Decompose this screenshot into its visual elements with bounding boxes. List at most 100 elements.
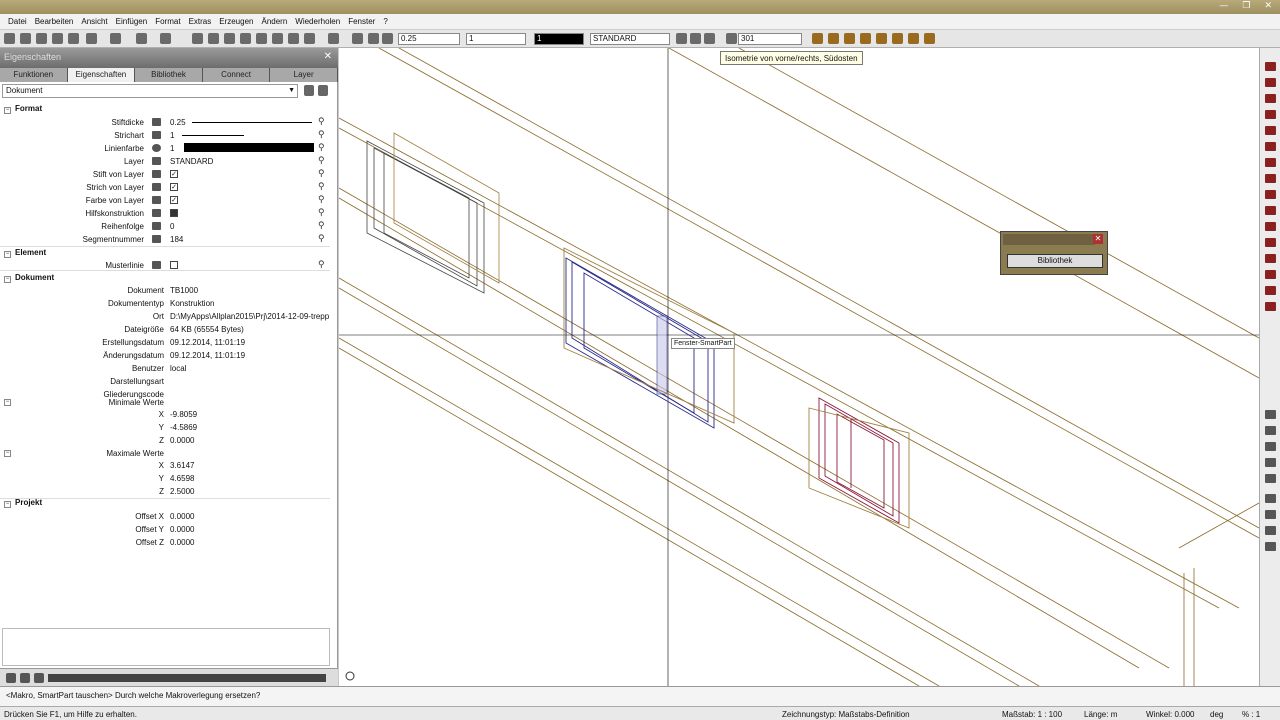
line-icon[interactable]: [368, 33, 379, 44]
line-color-select[interactable]: 1: [534, 33, 584, 45]
menu-bearbeiten[interactable]: Bearbeiten: [31, 17, 78, 26]
view-side-icon[interactable]: [892, 33, 903, 44]
tab-funktionen[interactable]: Funktionen: [0, 68, 68, 82]
export-icon[interactable]: [68, 33, 79, 44]
color-icon[interactable]: [382, 33, 393, 44]
edit-icon[interactable]: [6, 673, 16, 683]
panel-scrollbar[interactable]: [48, 674, 326, 682]
library-dialog-titlebar[interactable]: [1003, 234, 1095, 245]
tab-eigenschaften[interactable]: Eigenschaften: [67, 68, 136, 82]
menu-erzeugen[interactable]: Erzeugen: [215, 17, 257, 26]
eyedropper-icon[interactable]: ⚲: [318, 181, 325, 192]
eyedropper-icon[interactable]: ⚲: [318, 220, 325, 231]
drawing-viewport[interactable]: [339, 48, 1259, 686]
prop-value[interactable]: 1: [170, 144, 174, 153]
eyedropper-icon[interactable]: ⚲: [318, 116, 325, 127]
menu-wiederholen[interactable]: Wiederholen: [291, 17, 344, 26]
copy-icon[interactable]: [208, 33, 219, 44]
prop-value[interactable]: 0.0000: [170, 512, 194, 521]
eyedropper-icon[interactable]: ⚲: [318, 259, 325, 270]
status-einheit[interactable]: deg: [1210, 710, 1223, 719]
views-icon[interactable]: [726, 33, 737, 44]
section-element[interactable]: − Element: [4, 248, 46, 258]
pen-thickness-select[interactable]: 0.25: [398, 33, 460, 45]
tool-text-icon[interactable]: [1265, 158, 1276, 167]
view-top-icon[interactable]: [908, 33, 919, 44]
tool-pen-icon[interactable]: [1265, 410, 1276, 419]
prop-value[interactable]: 0.25: [170, 118, 186, 127]
restore-button[interactable]: ❐: [1242, 1, 1250, 11]
new-file-icon[interactable]: [4, 33, 15, 44]
grid-icon[interactable]: [240, 33, 251, 44]
checkbox-strich-von-layer[interactable]: ✓: [170, 183, 178, 191]
view-iso-4-icon[interactable]: [860, 33, 871, 44]
tool-line-icon[interactable]: [1265, 78, 1276, 87]
tool-rotate-icon[interactable]: [1265, 222, 1276, 231]
close-button[interactable]: ✕: [1264, 1, 1272, 11]
checkbox-stift-von-layer[interactable]: ✓: [170, 170, 178, 178]
prop-value[interactable]: 0: [170, 222, 174, 231]
status-zeichnungstyp[interactable]: Zeichnungstyp: Maßstabs-Definition: [782, 710, 910, 719]
menu-format[interactable]: Format: [151, 17, 184, 26]
tool-copy-icon[interactable]: [1265, 190, 1276, 199]
eyedropper-icon[interactable]: ⚲: [318, 168, 325, 179]
pick-icon[interactable]: [304, 85, 314, 96]
tab-connect[interactable]: Connect: [202, 68, 271, 82]
tool-sort-icon[interactable]: [1265, 526, 1276, 535]
tab-bibliothek[interactable]: Bibliothek: [135, 68, 203, 82]
tool-down-icon[interactable]: [1265, 542, 1276, 551]
view-iso-1-icon[interactable]: [812, 33, 823, 44]
checkbox-farbe-von-layer[interactable]: ✓: [170, 196, 178, 204]
redo-icon[interactable]: [160, 33, 171, 44]
view-front-icon[interactable]: [876, 33, 887, 44]
eyedropper-icon[interactable]: ⚲: [318, 233, 325, 244]
view-iso-2-icon[interactable]: [828, 33, 839, 44]
command-line[interactable]: <Makro, SmartPart tauschen> Durch welche…: [0, 686, 1280, 706]
status-percent[interactable]: % : 1: [1242, 710, 1260, 719]
chevron-down-icon[interactable]: ▼: [288, 85, 295, 97]
menu-einfuegen[interactable]: Einfügen: [112, 17, 152, 26]
cut-icon[interactable]: [192, 33, 203, 44]
line-type-select[interactable]: 1: [466, 33, 526, 45]
prop-value[interactable]: 0.0000: [170, 525, 194, 534]
layer-icon[interactable]: [676, 33, 687, 44]
section-projekt[interactable]: − Projekt: [4, 498, 42, 508]
eyedropper-icon[interactable]: ⚲: [318, 207, 325, 218]
collapse-icon[interactable]: −: [4, 501, 11, 508]
menu-ansicht[interactable]: Ansicht: [77, 17, 111, 26]
menu-help[interactable]: ?: [379, 17, 391, 26]
tool-delete-icon[interactable]: [1265, 302, 1276, 311]
status-winkel[interactable]: Winkel: 0.000: [1146, 710, 1194, 719]
section-format[interactable]: − Format: [4, 104, 42, 114]
panel-close-icon[interactable]: ✕: [324, 51, 332, 62]
print-icon[interactable]: [36, 33, 47, 44]
eyedropper-icon[interactable]: ⚲: [318, 129, 325, 140]
tool-pencil-icon[interactable]: [1265, 62, 1276, 71]
tab-layer[interactable]: Layer: [270, 68, 338, 82]
open-file-icon[interactable]: [20, 33, 31, 44]
prop-value[interactable]: STANDARD: [170, 157, 213, 166]
checkbox-hilfskonstruktion[interactable]: [170, 209, 178, 217]
tool-select-icon[interactable]: [1265, 474, 1276, 483]
view-select[interactable]: 301: [738, 33, 802, 45]
filter-icon[interactable]: [318, 85, 328, 96]
tool-hatch-icon[interactable]: [1265, 174, 1276, 183]
collapse-icon[interactable]: −: [4, 251, 11, 258]
tool-extend-icon[interactable]: [1265, 286, 1276, 295]
eyedropper-icon[interactable]: ⚲: [318, 155, 325, 166]
tool-trim-icon[interactable]: [1265, 270, 1276, 279]
prop-value[interactable]: 1: [170, 131, 174, 140]
tool-dim-icon[interactable]: [1265, 142, 1276, 151]
regen-icon[interactable]: [288, 33, 299, 44]
minimize-button[interactable]: —: [1219, 1, 1228, 11]
collapse-icon[interactable]: −: [4, 107, 11, 114]
checkbox-musterlinie[interactable]: [170, 261, 178, 269]
status-laenge[interactable]: Länge: m: [1084, 710, 1117, 719]
tool-stop-icon[interactable]: [1265, 510, 1276, 519]
prop-value[interactable]: 184: [170, 235, 183, 244]
tool-snap-icon[interactable]: [1265, 458, 1276, 467]
tool-stretch-icon[interactable]: [1265, 254, 1276, 263]
color-swatch[interactable]: [184, 143, 314, 152]
tool-filter-icon[interactable]: [1265, 442, 1276, 451]
section-dokument[interactable]: − Dokument: [4, 273, 54, 283]
